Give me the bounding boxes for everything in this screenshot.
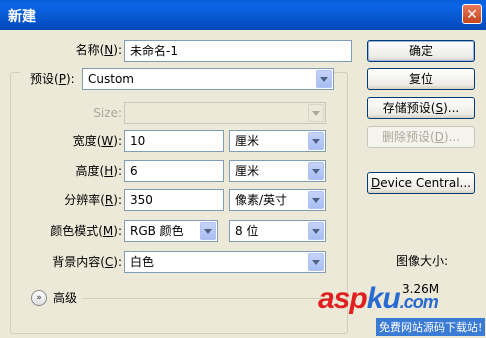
save-preset-button[interactable]: 存储预设(S)...: [367, 97, 475, 119]
chevron-down-icon[interactable]: [308, 191, 324, 209]
window-title: 新建: [8, 9, 36, 25]
chevron-down-icon: [308, 104, 324, 122]
reset-button[interactable]: 复位: [367, 68, 475, 90]
chevron-down-icon[interactable]: [308, 162, 324, 180]
height-field[interactable]: 6: [124, 160, 224, 182]
close-icon: ✕: [466, 7, 478, 23]
advanced-label[interactable]: 高级: [53, 290, 77, 306]
advanced-divider: [82, 298, 348, 299]
color-mode-label: 颜色模式(M):: [50, 224, 122, 238]
height-unit-select[interactable]: 厘米: [229, 160, 326, 182]
bit-depth-select[interactable]: 8 位: [229, 220, 326, 242]
watermark-subtitle: 免费网站源码下载站!: [376, 318, 486, 336]
watermark-text: aspku.com: [318, 282, 439, 315]
image-size-title: 图像大小:: [396, 254, 449, 268]
title-bar: 新建 ✕: [0, 0, 486, 30]
size-label: Size:: [93, 106, 122, 120]
resolution-unit-select[interactable]: 像素/英寸: [229, 189, 326, 211]
color-mode-select[interactable]: RGB 颜色: [124, 220, 218, 242]
resolution-label: 分辨率(R):: [64, 193, 122, 207]
background-label: 背景内容(C):: [52, 255, 122, 269]
chevron-down-icon[interactable]: [316, 70, 332, 88]
name-field[interactable]: 未命名-1: [124, 40, 352, 62]
preset-select[interactable]: Custom: [82, 68, 334, 90]
expand-advanced-icon[interactable]: »: [31, 290, 47, 306]
width-field[interactable]: 10: [124, 130, 224, 152]
name-label: 名称(N):: [75, 43, 122, 57]
size-select: [124, 102, 326, 124]
chevron-down-icon[interactable]: [308, 132, 324, 150]
preset-value: Custom: [88, 72, 134, 86]
device-central-button[interactable]: Device Central...: [367, 172, 475, 194]
delete-preset-button: 删除预设(D)...: [367, 126, 475, 148]
preset-label: 预设(P):: [20, 69, 90, 89]
close-button[interactable]: ✕: [462, 4, 482, 24]
resolution-field[interactable]: 350: [124, 189, 224, 211]
background-select[interactable]: 白色: [124, 251, 326, 273]
ok-button[interactable]: 确定: [367, 40, 475, 62]
width-unit-select[interactable]: 厘米: [229, 130, 326, 152]
chevron-down-icon[interactable]: [200, 222, 216, 240]
height-label: 高度(H):: [75, 164, 122, 178]
chevron-down-icon[interactable]: [308, 222, 324, 240]
chevron-down-icon[interactable]: [308, 253, 324, 271]
width-label: 宽度(W):: [72, 134, 122, 148]
watermark-logo: aspku.com 免费网站源码下载站!: [318, 282, 486, 338]
